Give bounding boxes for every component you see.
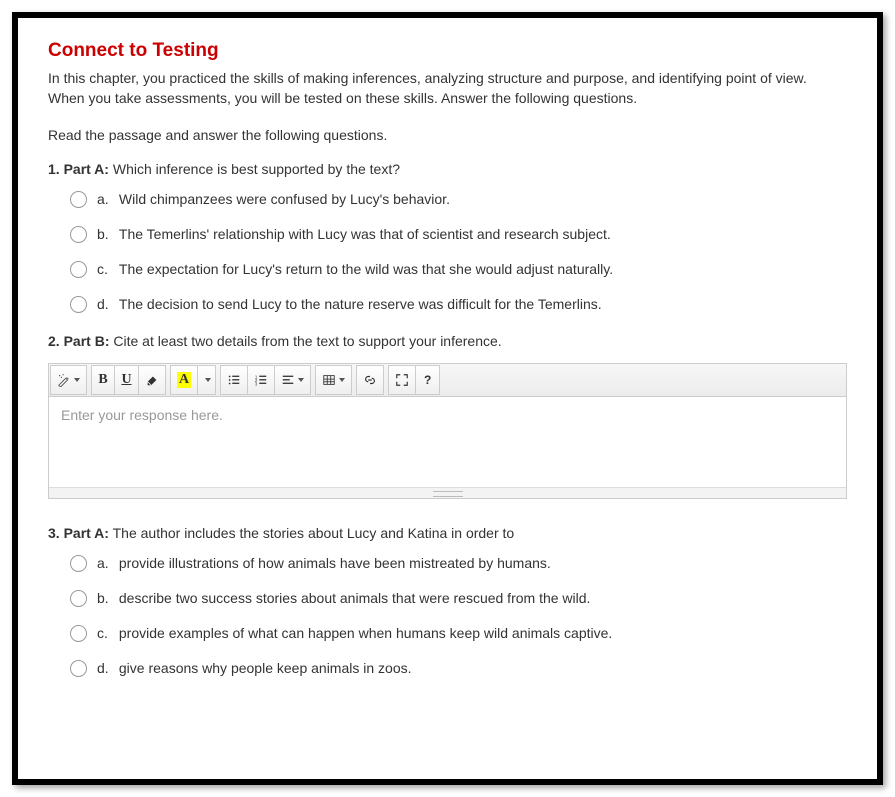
option-text: provide illustrations of how animals hav… [119, 555, 551, 571]
align-button[interactable] [275, 365, 311, 395]
bold-button[interactable]: B [91, 365, 115, 395]
wand-button[interactable] [50, 365, 87, 395]
numbered-list-icon: 123 [254, 373, 268, 387]
radio-icon[interactable] [70, 296, 87, 313]
option-row[interactable]: b. The Temerlins' relationship with Lucy… [70, 226, 847, 243]
chevron-down-icon [74, 378, 80, 382]
assessment-page: Connect to Testing In this chapter, you … [12, 12, 883, 785]
question-number: 2. [48, 333, 60, 349]
option-text: describe two success stories about anima… [119, 590, 591, 606]
question-part: Part A: [64, 525, 109, 541]
wand-icon [57, 373, 71, 387]
option-row[interactable]: c. The expectation for Lucy's return to … [70, 261, 847, 278]
question-part: Part A: [64, 161, 109, 177]
option-row[interactable]: d. The decision to send Lucy to the natu… [70, 296, 847, 313]
option-letter: a. [97, 555, 115, 571]
directions-paragraph: Read the passage and answer the followin… [48, 125, 847, 145]
option-text: provide examples of what can happen when… [119, 625, 612, 641]
option-row[interactable]: c. provide examples of what can happen w… [70, 625, 847, 642]
radio-icon[interactable] [70, 261, 87, 278]
ordered-list-button[interactable]: 123 [248, 365, 275, 395]
fullscreen-button[interactable] [388, 365, 416, 395]
highlight-sample: A [177, 372, 191, 388]
option-letter: d. [97, 296, 115, 312]
editor-resize-handle[interactable] [49, 487, 846, 498]
option-row[interactable]: d. give reasons why people keep animals … [70, 660, 847, 677]
link-button[interactable] [356, 365, 384, 395]
question-3-header: 3. Part A: The author includes the stori… [48, 525, 847, 541]
table-icon [322, 373, 336, 387]
eraser-button[interactable] [139, 365, 166, 395]
radio-icon[interactable] [70, 226, 87, 243]
option-text: The Temerlins' relationship with Lucy wa… [119, 226, 611, 242]
editor-toolbar: B U A [49, 364, 846, 397]
chevron-down-icon [339, 378, 345, 382]
question-1-options: a. Wild chimpanzees were confused by Luc… [48, 191, 847, 313]
radio-icon[interactable] [70, 590, 87, 607]
bullet-list-icon [227, 373, 241, 387]
option-row[interactable]: b. describe two success stories about an… [70, 590, 847, 607]
radio-icon[interactable] [70, 625, 87, 642]
help-button[interactable]: ? [416, 365, 440, 395]
svg-text:3: 3 [255, 381, 258, 386]
intro-paragraph: In this chapter, you practiced the skill… [48, 68, 847, 109]
option-row[interactable]: a. provide illustrations of how animals … [70, 555, 847, 572]
question-prompt: Cite at least two details from the text … [113, 333, 501, 349]
radio-icon[interactable] [70, 555, 87, 572]
option-text: give reasons why people keep animals in … [119, 660, 412, 676]
option-row[interactable]: a. Wild chimpanzees were confused by Luc… [70, 191, 847, 208]
rich-text-editor: B U A [48, 363, 847, 499]
question-1-header: 1. Part A: Which inference is best suppo… [48, 161, 847, 177]
option-text: Wild chimpanzees were confused by Lucy's… [119, 191, 450, 207]
question-2: 2. Part B: Cite at least two details fro… [48, 333, 847, 499]
option-letter: c. [97, 261, 115, 277]
radio-icon[interactable] [70, 660, 87, 677]
option-letter: b. [97, 590, 115, 606]
option-text: The expectation for Lucy's return to the… [119, 261, 613, 277]
unordered-list-button[interactable] [220, 365, 248, 395]
fullscreen-icon [395, 373, 409, 387]
question-part: Part B: [64, 333, 110, 349]
question-prompt: Which inference is best supported by the… [113, 161, 400, 177]
highlight-dropdown[interactable] [198, 365, 216, 395]
radio-icon[interactable] [70, 191, 87, 208]
question-prompt: The author includes the stories about Lu… [113, 525, 515, 541]
question-number: 3. [48, 525, 60, 541]
chevron-down-icon [205, 378, 211, 382]
option-letter: c. [97, 625, 115, 641]
eraser-icon [145, 373, 159, 387]
highlight-button[interactable]: A [170, 365, 198, 395]
chevron-down-icon [298, 378, 304, 382]
question-1: 1. Part A: Which inference is best suppo… [48, 161, 847, 313]
option-letter: d. [97, 660, 115, 676]
question-3-options: a. provide illustrations of how animals … [48, 555, 847, 677]
question-3: 3. Part A: The author includes the stori… [48, 525, 847, 677]
align-icon [281, 373, 295, 387]
table-button[interactable] [315, 365, 352, 395]
option-text: The decision to send Lucy to the nature … [119, 296, 602, 312]
question-number: 1. [48, 161, 60, 177]
editor-textarea[interactable]: Enter your response here. [49, 397, 846, 487]
page-title: Connect to Testing [48, 40, 847, 62]
option-letter: a. [97, 191, 115, 207]
link-icon [363, 373, 377, 387]
option-letter: b. [97, 226, 115, 242]
underline-button[interactable]: U [115, 365, 139, 395]
question-2-header: 2. Part B: Cite at least two details fro… [48, 333, 847, 349]
